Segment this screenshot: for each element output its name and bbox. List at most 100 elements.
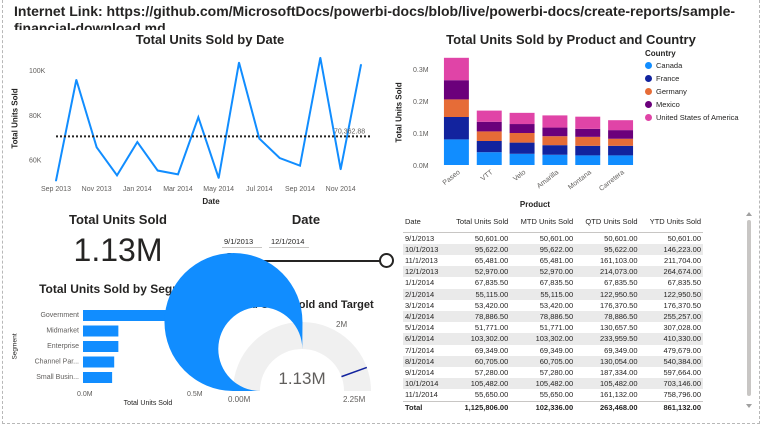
matrix-row[interactable]: 2/1/2014 55,115.00 55,115.00 122,950.50 122,… — [403, 288, 703, 300]
matrix-row[interactable]: 6/1/2014 103,302.00 103,302.00 233,959.50 41… — [403, 333, 703, 345]
matrix-value-cell: 65,481.00 — [539, 255, 574, 265]
scroll-down-icon[interactable] — [746, 404, 752, 408]
matrix-value-cell: 233,959.50 — [575, 333, 640, 345]
matrix-value-cell: 53,420.00 — [539, 300, 574, 310]
matrix-row[interactable]: 8/1/2014 60,705.00 60,705.00 130,054.00 540,… — [403, 355, 703, 367]
matrix-value-cell: 55,115.00 — [445, 288, 511, 300]
matrix-date-cell: 12/1/2013 — [403, 266, 446, 278]
matrix-row[interactable]: 11/1/2013 65,481.00 65,481.00 161,103.00 211… — [403, 255, 703, 266]
matrix-date-cell: 7/1/2014 — [405, 345, 435, 355]
matrix-date-cell: 11/1/2014 — [405, 390, 438, 400]
matrix-scrollbar[interactable] — [746, 212, 752, 408]
matrix-value-cell: 50,601.00 — [604, 233, 638, 243]
matrix-value-cell: 161,132.00 — [599, 390, 638, 400]
matrix-value-cell: 50,601.00 — [539, 233, 574, 243]
matrix-value-cell: 410,330.00 — [639, 333, 703, 345]
matrix-value-cell: 187,334.00 — [599, 367, 638, 377]
matrix-value-cell: 130,657.50 — [599, 323, 638, 333]
matrix-date-cell: 5/1/2014 — [405, 323, 435, 333]
matrix-value-cell: 69,349.00 — [604, 345, 638, 355]
matrix-header-cell[interactable]: Total Units Sold — [445, 212, 511, 233]
matrix-header-cell[interactable]: MTD Units Sold — [510, 212, 576, 233]
matrix-row[interactable]: 1/1/2014 67,835.50 67,835.50 67,835.50 67,83… — [403, 277, 703, 288]
matrix-row[interactable]: 10/1/2013 95,622.00 95,622.00 95,622.00 146,… — [403, 243, 703, 255]
matrix-value-cell: 105,482.00 — [575, 378, 640, 390]
matrix-total-cell: 102,336.00 — [510, 400, 576, 413]
matrix-value-cell: 51,771.00 — [539, 323, 574, 333]
matrix-value-cell: 67,835.50 — [539, 278, 574, 288]
matrix-value-cell: 758,796.00 — [663, 390, 701, 400]
matrix-value-cell: 67,835.50 — [474, 278, 509, 288]
gauge-target-label: 2M — [336, 320, 348, 329]
matrix-date-cell: 9/1/2013 — [405, 233, 435, 243]
matrix-date-cell: 10/1/2014 — [403, 378, 446, 390]
matrix-value-cell: 264,674.00 — [639, 266, 703, 278]
matrix-value-cell: 103,302.00 — [510, 333, 576, 345]
gauge-min-label: 0.00M — [228, 395, 251, 404]
matrix-value-cell: 103,302.00 — [445, 333, 511, 345]
matrix-value-cell: 176,370.50 — [599, 300, 638, 310]
matrix-value-cell: 540,384.00 — [639, 355, 703, 367]
matrix-date-cell: 4/1/2014 — [403, 310, 446, 323]
matrix-value-cell: 214,073.00 — [575, 266, 640, 278]
matrix-header-cell[interactable]: YTD Units Sold — [639, 212, 703, 233]
matrix-value-cell: 255,257.00 — [639, 310, 703, 323]
matrix-value-cell: 479,679.00 — [663, 345, 701, 355]
matrix-value-cell: 51,771.00 — [474, 323, 509, 333]
scroll-thumb[interactable] — [747, 220, 751, 396]
matrix-date-cell: 11/1/2013 — [405, 255, 438, 265]
matrix-row[interactable]: 10/1/2014 105,482.00 105,482.00 105,482.00 7… — [403, 378, 703, 390]
matrix-date-cell: 9/1/2014 — [405, 367, 435, 377]
matrix-value-cell: 55,115.00 — [510, 288, 576, 300]
scroll-up-icon[interactable] — [746, 212, 752, 216]
matrix-value-cell: 57,280.00 — [539, 367, 574, 377]
matrix-value-cell: 95,622.00 — [445, 243, 511, 255]
matrix-date-cell: 2/1/2014 — [403, 288, 446, 300]
matrix-value-cell: 122,950.50 — [575, 288, 640, 300]
matrix-value-cell: 78,886.50 — [510, 310, 576, 323]
matrix-value-cell: 703,146.00 — [639, 378, 703, 390]
matrix-value-cell: 67,835.50 — [667, 278, 701, 288]
matrix-value-cell: 55,650.00 — [539, 390, 574, 400]
matrix-value-cell: 211,704.00 — [664, 255, 701, 265]
gauge-value: 1.13M — [278, 369, 326, 388]
matrix-value-cell: 105,482.00 — [510, 378, 576, 390]
matrix-header-cell[interactable]: QTD Units Sold — [575, 212, 640, 233]
matrix-value-cell: 52,970.00 — [445, 266, 511, 278]
matrix-total-cell: 861,132.00 — [639, 400, 703, 413]
matrix-date-cell: 10/1/2013 — [403, 243, 446, 255]
matrix-value-cell: 130,054.00 — [575, 355, 640, 367]
matrix-value-cell: 50,601.00 — [667, 233, 701, 243]
matrix-total-row: Total 1,125,806.00 102,336.00 263,468.00 861… — [403, 400, 703, 413]
matrix-value-cell: 161,103.00 — [599, 255, 638, 265]
matrix-value-cell: 65,481.00 — [474, 255, 509, 265]
matrix-value-cell: 69,349.00 — [474, 345, 509, 355]
matrix-row[interactable]: 3/1/2014 53,420.00 53,420.00 176,370.50 176,… — [403, 300, 703, 311]
gauge-max-label: 2.25M — [343, 395, 366, 404]
matrix-value-cell: 78,886.50 — [445, 310, 511, 323]
matrix-row[interactable]: 7/1/2014 69,349.00 69,349.00 69,349.00 479,6… — [403, 345, 703, 356]
matrix-value-cell: 67,835.50 — [604, 278, 638, 288]
matrix-row[interactable]: 9/1/2013 50,601.00 50,601.00 50,601.00 50,60… — [403, 232, 703, 244]
matrix-row[interactable]: 9/1/2014 57,280.00 57,280.00 187,334.00 597,… — [403, 367, 703, 378]
matrix-value-cell: 105,482.00 — [445, 378, 511, 390]
matrix-total-cell: 1,125,806.00 — [445, 400, 511, 413]
matrix-header-cell[interactable]: Date — [403, 212, 446, 233]
matrix-value-cell: 597,664.00 — [663, 367, 701, 377]
matrix-date-cell: 8/1/2014 — [403, 355, 446, 367]
matrix-value-cell: 60,705.00 — [510, 355, 576, 367]
matrix-total-cell: Total — [403, 400, 446, 413]
matrix-table[interactable]: Date Total Units Sold MTD Units Sold QTD Un… — [403, 212, 703, 413]
matrix-row[interactable]: 5/1/2014 51,771.00 51,771.00 130,657.50 307,… — [403, 322, 703, 333]
matrix-header-row: Date Total Units Sold MTD Units Sold QTD Un… — [403, 212, 703, 233]
matrix-value-cell: 122,950.50 — [639, 288, 703, 300]
matrix-row[interactable]: 11/1/2014 55,650.00 55,650.00 161,132.00 758… — [403, 389, 703, 401]
matrix-value-cell: 146,223.00 — [639, 243, 703, 255]
matrix-row[interactable]: 4/1/2014 78,886.50 78,886.50 78,886.50 255,2… — [403, 310, 703, 323]
matrix-row[interactable]: 12/1/2013 52,970.00 52,970.00 214,073.00 264… — [403, 266, 703, 278]
matrix-value-cell: 55,650.00 — [474, 390, 509, 400]
matrix-date-cell: 3/1/2014 — [405, 300, 435, 310]
matrix-value-cell: 69,349.00 — [539, 345, 574, 355]
matrix-value-cell: 95,622.00 — [575, 243, 640, 255]
matrix-value-cell: 50,601.00 — [474, 233, 509, 243]
